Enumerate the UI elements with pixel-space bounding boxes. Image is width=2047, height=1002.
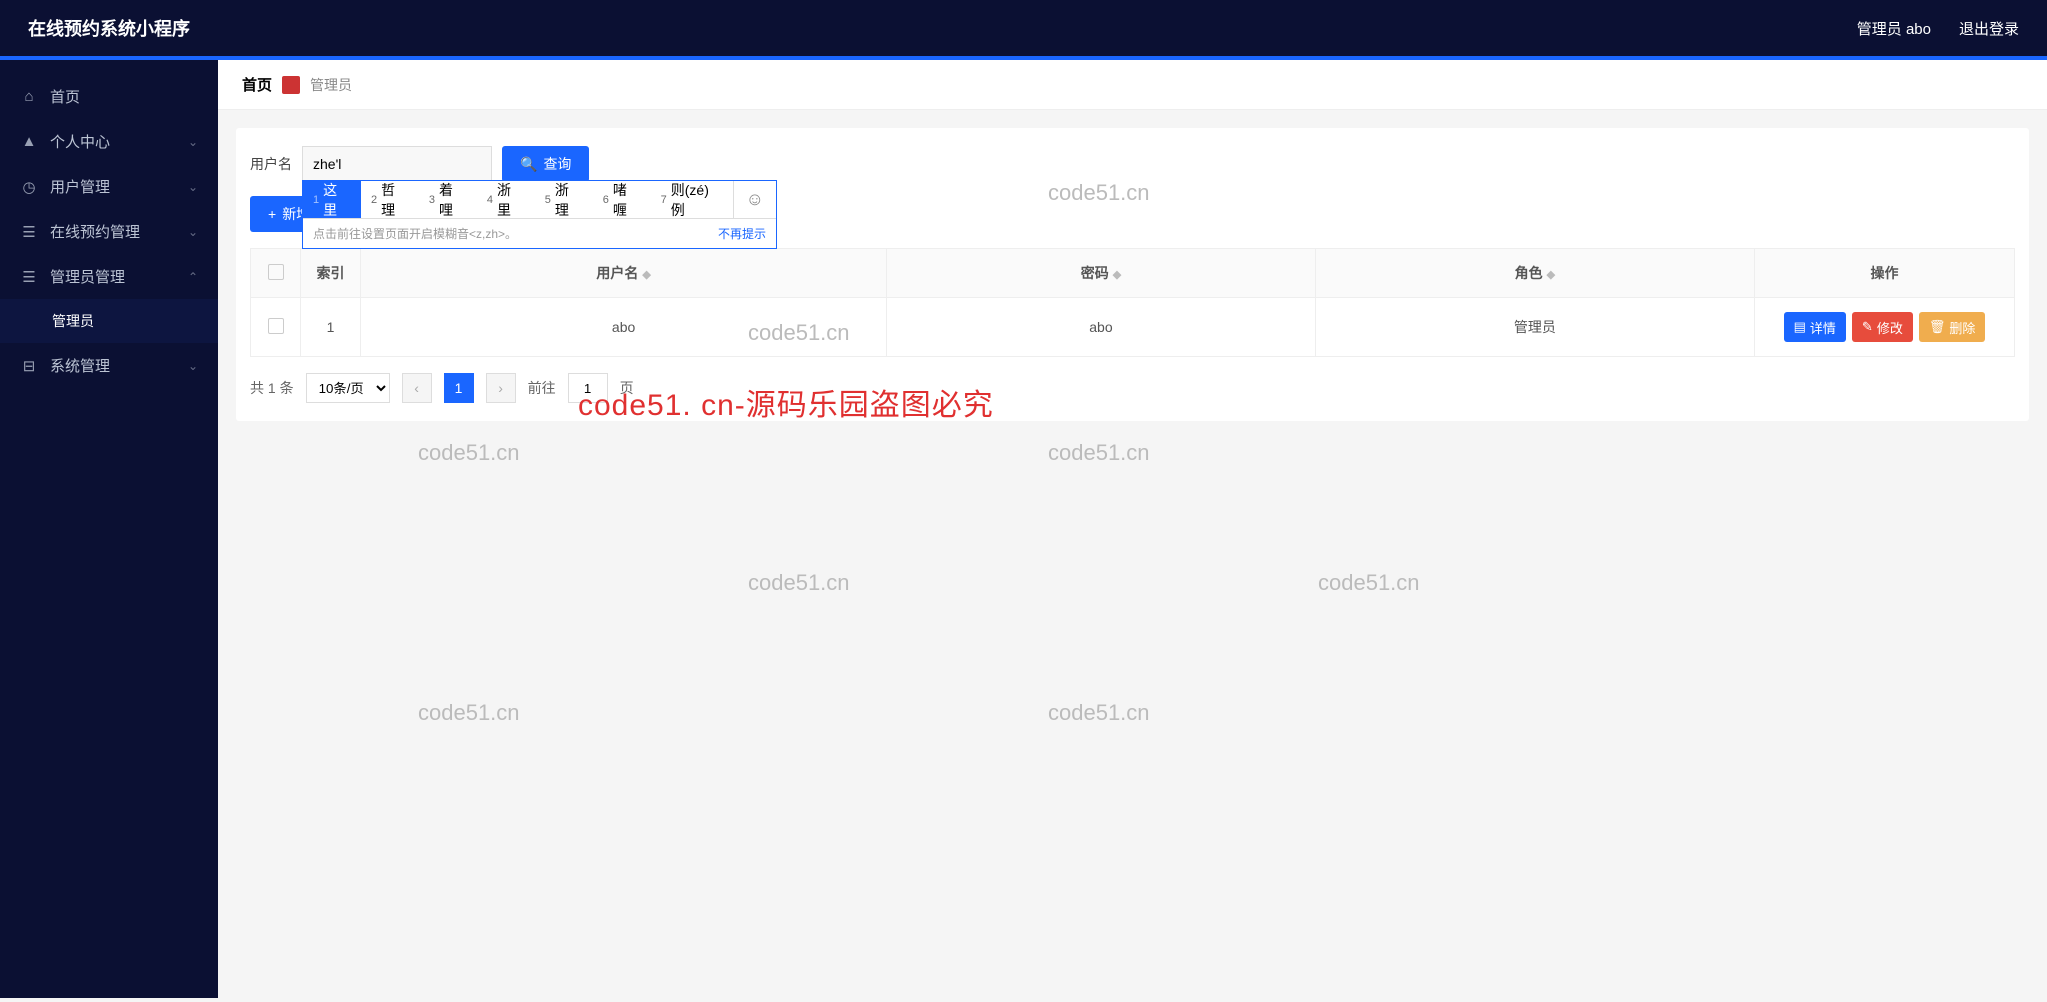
doc-icon: ▤ bbox=[1794, 319, 1806, 335]
pagination: 共 1 条 10条/页 ‹ 1 › 前往 页 bbox=[250, 373, 2015, 403]
goto-label: 前往 bbox=[528, 378, 556, 398]
search-bar: 用户名 1这里 2哲理 3着哩 4浙里 5浙理 6啫喱 7则(zé)例 ☺ bbox=[250, 146, 2015, 182]
username-input[interactable] bbox=[302, 146, 492, 182]
sort-icon: ◆ bbox=[1547, 269, 1555, 281]
cell-password: abo bbox=[887, 298, 1316, 357]
app-header: 在线预约系统小程序 管理员 abo 退出登录 bbox=[0, 0, 2047, 60]
table-row: 1 abo abo 管理员 ▤详情 ✎修改 🗑删除 bbox=[251, 298, 2015, 357]
goto-suffix: 页 bbox=[620, 378, 634, 398]
data-table: 索引 用户名◆ 密码◆ 角色◆ 操作 1 abo abo 管理员 bbox=[250, 248, 2015, 357]
ime-candidate-7[interactable]: 7则(zé)例 bbox=[651, 181, 733, 218]
admin-label[interactable]: 管理员 abo bbox=[1857, 18, 1931, 39]
ime-candidate-6[interactable]: 6啫喱 bbox=[593, 181, 651, 218]
nav-label: 系统管理 bbox=[50, 355, 110, 376]
page-size-select[interactable]: 10条/页 bbox=[306, 373, 390, 403]
nav-label: 在线预约管理 bbox=[50, 221, 140, 242]
select-all-checkbox[interactable] bbox=[268, 264, 284, 280]
nav-label: 首页 bbox=[50, 86, 80, 107]
pager-total: 共 1 条 bbox=[250, 378, 294, 398]
trash-icon: 🗑 bbox=[1929, 319, 1946, 335]
watermark: code51.cn bbox=[1048, 440, 1150, 466]
search-label: 用户名 bbox=[250, 154, 292, 174]
user-icon: ▲ bbox=[20, 133, 38, 150]
nav-system[interactable]: ⊟ 系统管理 ⌄ bbox=[0, 343, 218, 388]
plus-icon: + bbox=[268, 206, 276, 222]
ime-candidate-3[interactable]: 3着哩 bbox=[419, 181, 477, 218]
crumb-logo-icon bbox=[282, 76, 300, 94]
chevron-down-icon: ⌄ bbox=[188, 359, 198, 373]
main-content: 首页 管理员 用户名 1这里 2哲理 3着哩 4浙里 5浙理 6啫 bbox=[218, 60, 2047, 998]
crumb-current: 管理员 bbox=[310, 75, 352, 95]
nav-profile[interactable]: ▲ 个人中心 ⌄ bbox=[0, 119, 218, 164]
ime-tip: 点击前往设置页面开启模糊音<z,zh>。 bbox=[313, 225, 517, 242]
watermark: code51.cn bbox=[748, 570, 850, 596]
edit-icon: ✎ bbox=[1862, 319, 1873, 335]
list-icon: ☰ bbox=[20, 268, 38, 286]
detail-button[interactable]: ▤详情 bbox=[1784, 312, 1846, 342]
home-icon: ⌂ bbox=[20, 88, 38, 105]
nav-sub-admin[interactable]: 管理员 bbox=[0, 299, 218, 343]
delete-button[interactable]: 🗑删除 bbox=[1919, 312, 1986, 342]
nav-admin-mgmt[interactable]: ☰ 管理员管理 ⌃ bbox=[0, 254, 218, 299]
watermark: code51.cn bbox=[418, 700, 520, 726]
edit-button[interactable]: ✎修改 bbox=[1852, 312, 1913, 342]
breadcrumb: 首页 管理员 bbox=[218, 60, 2047, 110]
ime-candidate-2[interactable]: 2哲理 bbox=[361, 181, 419, 218]
cell-role: 管理员 bbox=[1315, 298, 1754, 357]
emoji-icon[interactable]: ☺ bbox=[733, 181, 776, 218]
sidebar: ⌂ 首页 ▲ 个人中心 ⌄ ◷ 用户管理 ⌄ ☰ 在线预约管理 ⌄ ☰ 管理员管… bbox=[0, 60, 218, 998]
crumb-home[interactable]: 首页 bbox=[242, 74, 272, 95]
content-panel: 用户名 1这里 2哲理 3着哩 4浙里 5浙理 6啫喱 7则(zé)例 ☺ bbox=[236, 128, 2029, 421]
th-index: 索引 bbox=[301, 249, 361, 298]
msg-icon: ⊟ bbox=[20, 357, 38, 375]
watermark: code51.cn bbox=[418, 440, 520, 466]
chevron-up-icon: ⌃ bbox=[188, 270, 198, 284]
ime-dismiss-link[interactable]: 不再提示 bbox=[718, 225, 766, 242]
page-1-button[interactable]: 1 bbox=[444, 373, 474, 403]
nav-label: 管理员管理 bbox=[50, 266, 125, 287]
nav-home[interactable]: ⌂ 首页 bbox=[0, 74, 218, 119]
watermark: code51.cn bbox=[1318, 570, 1420, 596]
cell-index: 1 bbox=[301, 298, 361, 357]
ime-candidate-1[interactable]: 1这里 bbox=[303, 181, 361, 218]
users-icon: ◷ bbox=[20, 178, 38, 196]
ime-popup: 1这里 2哲理 3着哩 4浙里 5浙理 6啫喱 7则(zé)例 ☺ 点击前往设置… bbox=[302, 180, 777, 249]
nav-user-mgmt[interactable]: ◷ 用户管理 ⌄ bbox=[0, 164, 218, 209]
search-icon: 🔍 bbox=[520, 156, 537, 173]
watermark: code51.cn bbox=[1048, 700, 1150, 726]
search-button[interactable]: 🔍 查询 bbox=[502, 146, 589, 182]
list-icon: ☰ bbox=[20, 223, 38, 241]
logout-link[interactable]: 退出登录 bbox=[1959, 18, 2019, 39]
nav-label: 用户管理 bbox=[50, 176, 110, 197]
sort-icon: ◆ bbox=[1113, 269, 1121, 281]
ime-candidate-4[interactable]: 4浙里 bbox=[477, 181, 535, 218]
chevron-down-icon: ⌄ bbox=[188, 180, 198, 194]
ime-candidate-5[interactable]: 5浙理 bbox=[535, 181, 593, 218]
th-ops: 操作 bbox=[1755, 249, 2015, 298]
app-title: 在线预约系统小程序 bbox=[28, 15, 1857, 41]
next-page-button[interactable]: › bbox=[486, 373, 516, 403]
chevron-down-icon: ⌄ bbox=[188, 135, 198, 149]
chevron-down-icon: ⌄ bbox=[188, 225, 198, 239]
goto-page-input[interactable] bbox=[568, 373, 608, 403]
prev-page-button[interactable]: ‹ bbox=[402, 373, 432, 403]
th-username[interactable]: 用户名◆ bbox=[361, 249, 887, 298]
row-checkbox[interactable] bbox=[268, 318, 284, 334]
th-password[interactable]: 密码◆ bbox=[887, 249, 1316, 298]
cell-username: abo bbox=[361, 298, 887, 357]
th-role[interactable]: 角色◆ bbox=[1315, 249, 1754, 298]
nav-booking[interactable]: ☰ 在线预约管理 ⌄ bbox=[0, 209, 218, 254]
sort-icon: ◆ bbox=[642, 269, 650, 281]
nav-label: 个人中心 bbox=[50, 131, 110, 152]
